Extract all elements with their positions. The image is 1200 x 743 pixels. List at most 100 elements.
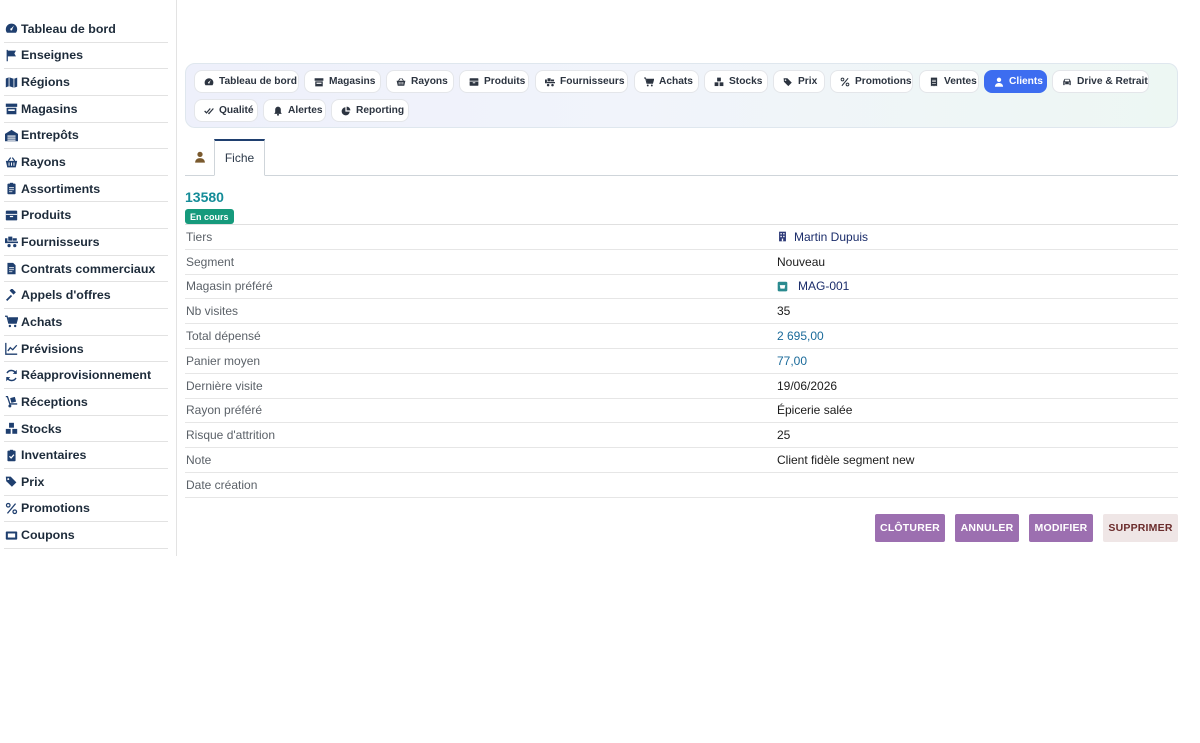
module-produits[interactable]: Produits [459,70,529,93]
field-value[interactable]: Martin Dupuis [777,225,868,249]
sidebar-item-label: Régions [21,75,70,90]
sidebar-item-enseignes[interactable]: Enseignes [4,43,168,70]
sidebar-item-stocks[interactable]: Stocks [4,416,168,443]
field-value-text: MAG-001 [798,279,850,294]
field-row: Rayon préféré Épicerie salée [185,399,1178,424]
clipboard-icon [4,182,18,196]
module-ventes[interactable]: Ventes [919,70,979,93]
basket-icon [396,77,406,87]
sidebar-item-label: Enseignes [21,48,83,63]
pie-chart-icon [341,106,351,116]
cart-icon [644,76,654,87]
module-label: Promotions [855,76,912,87]
sidebar-item-coupons[interactable]: Coupons [4,522,168,549]
tab-fiche[interactable]: Fiche [214,139,265,176]
supprimer-button[interactable]: SUPPRIMER [1103,514,1178,542]
sidebar-item-label: Achats [21,314,63,329]
field-label: Segment [186,254,235,269]
dashboard-icon [4,22,18,36]
sidebar-item-label: Fournisseurs [21,234,100,249]
sidebar-item-tableau-de-bord[interactable]: Tableau de bord [4,16,168,43]
field-label: Magasin préféré [186,279,273,294]
sidebar-item-inventaires[interactable]: Inventaires [4,442,168,469]
field-row: Segment Nouveau [185,250,1178,275]
module-stocks[interactable]: Stocks [704,70,768,93]
contract-icon [4,262,18,276]
ticket-icon [4,528,18,542]
user-icon[interactable] [185,139,214,175]
tags-icon [783,77,793,87]
module-drive-retrait[interactable]: Drive & Retrait [1052,70,1149,93]
field-value-text: 77,00 [777,353,808,368]
sidebar-item-appels-d-offres[interactable]: Appels d'offres [4,283,168,310]
sidebar-item-r-gions[interactable]: Régions [4,69,168,96]
map-icon [4,75,18,89]
truck-icon [4,235,18,249]
module-achats[interactable]: Achats [634,70,699,93]
car-icon [1062,77,1072,87]
sidebar-item-entrep-ts[interactable]: Entrepôts [4,123,168,150]
module-prix[interactable]: Prix [773,70,825,93]
cart-icon [4,315,18,329]
module-qualit[interactable]: Qualité [194,99,258,122]
sidebar-item-label: Entrepôts [21,128,79,143]
sidebar-item-fournisseurs[interactable]: Fournisseurs [4,229,168,256]
module-alertes[interactable]: Alertes [263,99,326,122]
clipboard-check-icon [4,448,18,462]
sidebar-item-r-approvisionnement[interactable]: Réapprovisionnement [4,362,168,390]
sidebar-item-achats[interactable]: Achats [4,309,168,336]
sidebar-item-assortiments[interactable]: Assortiments [4,176,168,203]
field-value: 35 [777,299,790,323]
sidebar-item-label: Produits [21,208,72,223]
cloturer-button[interactable]: CLÔTURER [875,514,945,542]
modifier-button[interactable]: MODIFIER [1029,514,1093,542]
flag-icon [4,48,18,62]
sidebar-item-label: Prévisions [21,341,84,356]
module-promotions[interactable]: Promotions [830,70,913,93]
field-list: Tiers Martin Dupuis Segment Nouveau Magasin … [185,224,1178,498]
field-row: Note Client fidèle segment new [185,448,1178,473]
module-clients[interactable]: Clients [984,70,1047,93]
sidebar-item-pr-visions[interactable]: Prévisions [4,336,168,363]
module-label: Prix [798,76,818,87]
module-label: Drive & Retrait [1077,76,1148,87]
field-label: Tiers [186,229,213,244]
module-label: Fournisseurs [560,76,625,87]
sidebar-item-r-ceptions[interactable]: Réceptions [4,389,168,416]
module-label: Clients [1009,76,1043,87]
percent-icon [4,501,18,515]
module-label: Tableau de bord [219,76,297,87]
field-row: Magasin préféré MAG-001 [185,275,1178,300]
module-reporting[interactable]: Reporting [331,99,409,122]
field-row: Panier moyen 77,00 [185,349,1178,374]
module-rayons[interactable]: Rayons [386,70,454,93]
sidebar-item-label: Promotions [21,501,90,516]
sidebar-item-promotions[interactable]: Promotions [4,496,168,523]
user-icon [994,77,1004,87]
field-value-text: Épicerie salée [777,403,853,418]
field-value-text: Client fidèle segment new [777,453,915,468]
field-value: 2 695,00 [777,324,824,348]
sidebar-item-prix[interactable]: Prix [4,469,168,496]
module-magasins[interactable]: Magasins [304,70,381,93]
sidebar-item-magasins[interactable]: Magasins [4,96,168,123]
field-value-text: 2 695,00 [777,329,824,344]
field-label: Dernière visite [186,378,263,393]
sidebar-item-contrats-commerciaux[interactable]: Contrats commerciaux [4,256,168,283]
module-label: Ventes [944,76,977,87]
module-tableau-de-bord[interactable]: Tableau de bord [194,70,299,93]
sidebar-item-produits[interactable]: Produits [4,203,168,230]
tab-bar: Fiche [185,139,1178,176]
module-fournisseurs[interactable]: Fournisseurs [535,70,628,93]
boxes-icon [4,422,18,436]
field-label: Risque d'attrition [186,428,276,443]
field-value[interactable]: MAG-001 [777,275,849,299]
field-row: Date création [185,473,1178,498]
module-label: Reporting [356,105,405,116]
field-value-text: 25 [777,428,791,443]
module-label: Achats [659,76,693,87]
field-label: Rayon préféré [186,403,263,418]
gavel-icon [4,288,18,302]
sidebar-item-rayons[interactable]: Rayons [4,149,168,176]
annuler-button[interactable]: ANNULER [955,514,1019,542]
